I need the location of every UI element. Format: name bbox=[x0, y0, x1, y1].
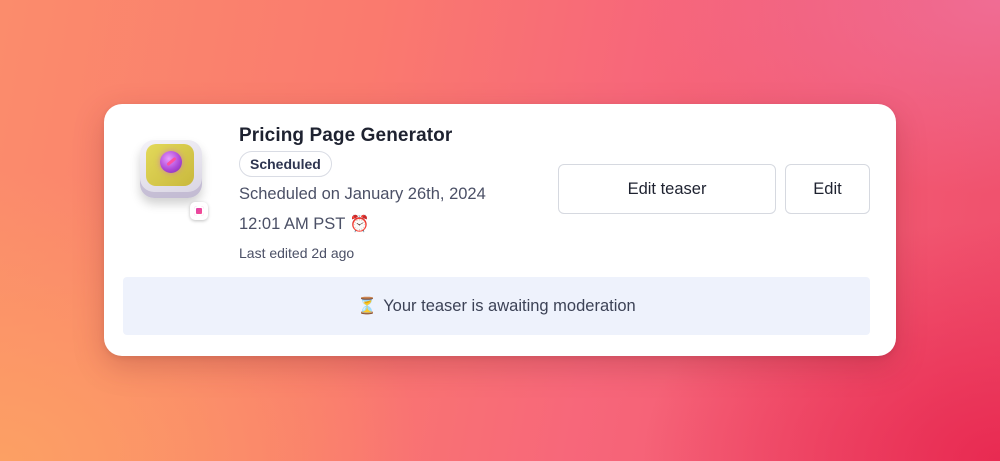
app-icon bbox=[134, 136, 212, 220]
scheduled-time-text: 12:01 AM PST bbox=[239, 215, 346, 233]
scheduled-date: Scheduled on January 26th, 2024 bbox=[239, 185, 486, 203]
edit-button[interactable]: Edit bbox=[785, 164, 870, 214]
moderation-notice-text: Your teaser is awaiting moderation bbox=[383, 296, 636, 315]
teaser-card: Pricing Page Generator Scheduled Schedul… bbox=[104, 104, 896, 356]
instagram-icon bbox=[190, 202, 208, 220]
alarm-clock-icon: ⏰ bbox=[349, 216, 370, 233]
scheduled-time: 12:01 AM PST ⏰ bbox=[239, 211, 486, 238]
last-edited: Last edited 2d ago bbox=[239, 245, 355, 261]
hourglass-icon: ⏳ bbox=[357, 298, 378, 315]
app-icon-orb bbox=[160, 151, 182, 173]
moderation-notice: ⏳ Your teaser is awaiting moderation bbox=[123, 277, 870, 335]
status-badge: Scheduled bbox=[239, 151, 332, 177]
page-title: Pricing Page Generator bbox=[239, 125, 453, 146]
teaser-info: Pricing Page Generator Scheduled Schedul… bbox=[239, 124, 486, 262]
edit-teaser-button[interactable]: Edit teaser bbox=[558, 164, 776, 214]
